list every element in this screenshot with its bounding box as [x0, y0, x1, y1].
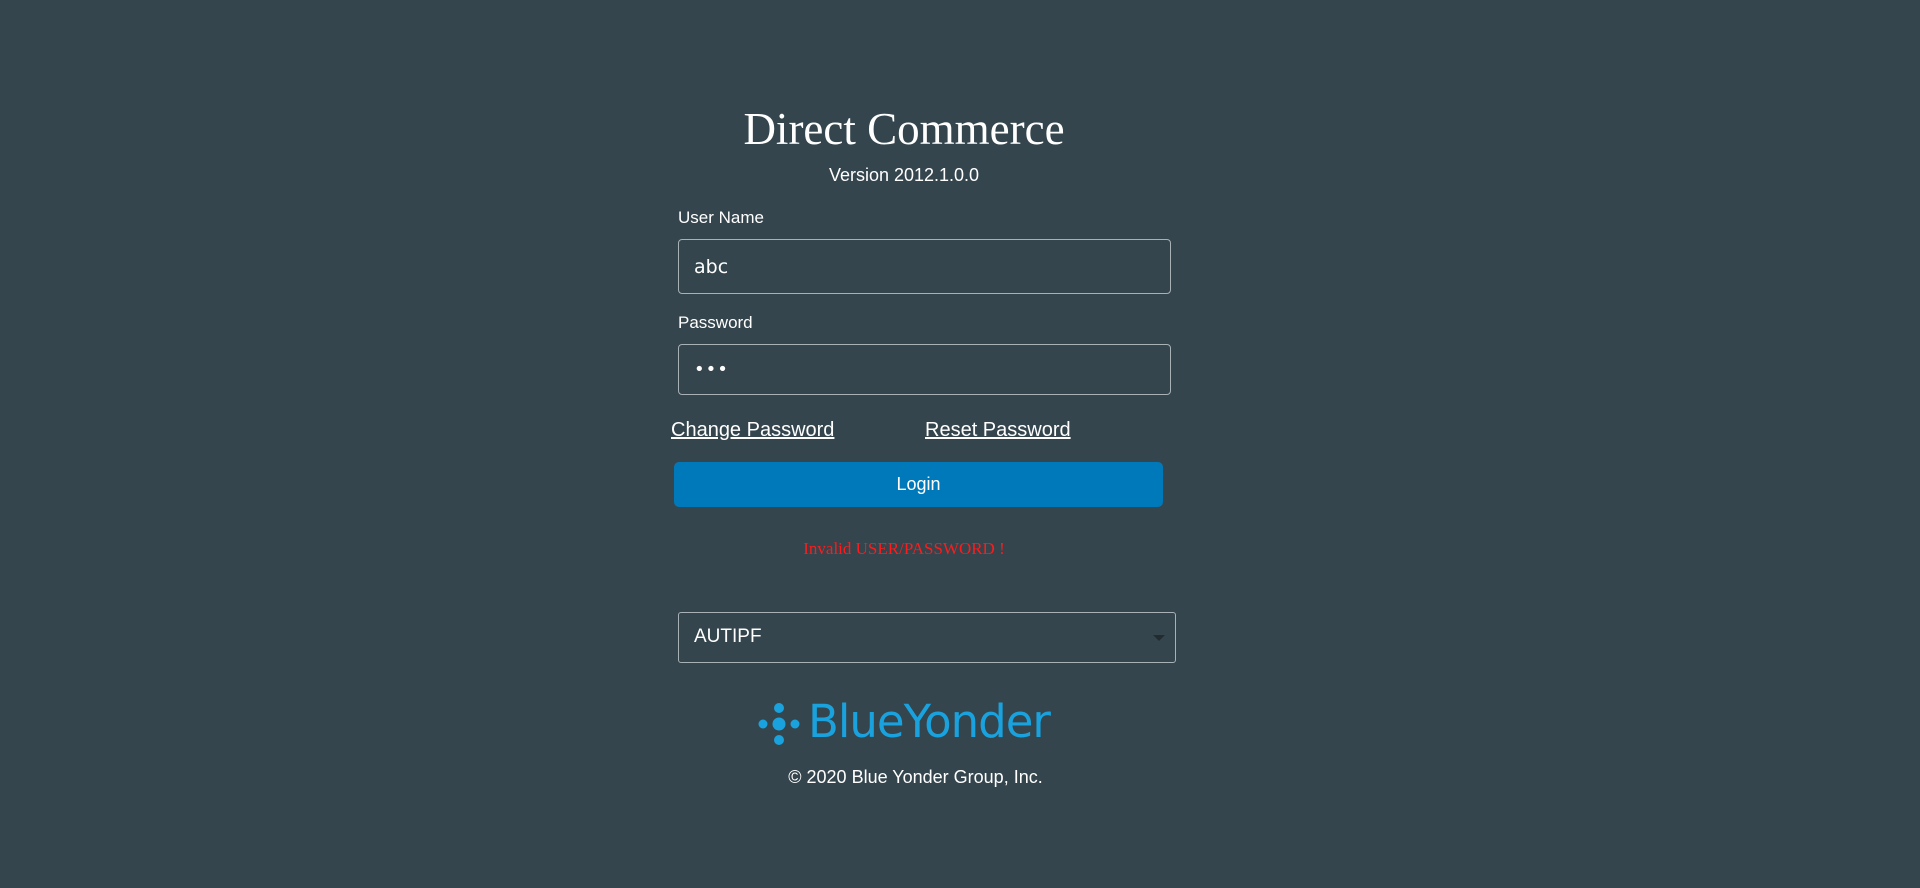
error-message: Invalid USER/PASSWORD !: [803, 539, 1005, 558]
blue-yonder-logo-icon: [758, 703, 800, 745]
chevron-down-icon: [1153, 635, 1165, 641]
version-label: Version 2012.1.0.0: [828, 165, 980, 185]
login-button[interactable]: Login: [674, 462, 1163, 507]
reset-password-link[interactable]: Reset Password: [925, 418, 1071, 442]
environment-select-value: AUTIPF: [694, 626, 762, 647]
password-input[interactable]: [678, 344, 1171, 395]
blue-yonder-logo: BlueYonder: [758, 698, 1058, 746]
environment-select[interactable]: AUTIPF: [678, 612, 1176, 663]
username-label: User Name: [678, 208, 764, 227]
login-panel: Direct Commerce Version 2012.1.0.0 User …: [0, 0, 1920, 888]
username-input[interactable]: [678, 239, 1171, 294]
copyright-text: © 2020 Blue Yonder Group, Inc.: [788, 767, 1043, 787]
change-password-link[interactable]: Change Password: [671, 418, 834, 442]
blue-yonder-logo-text: BlueYonder: [808, 695, 1051, 748]
password-label: Password: [678, 313, 753, 332]
app-title: Direct Commerce: [743, 104, 1065, 154]
